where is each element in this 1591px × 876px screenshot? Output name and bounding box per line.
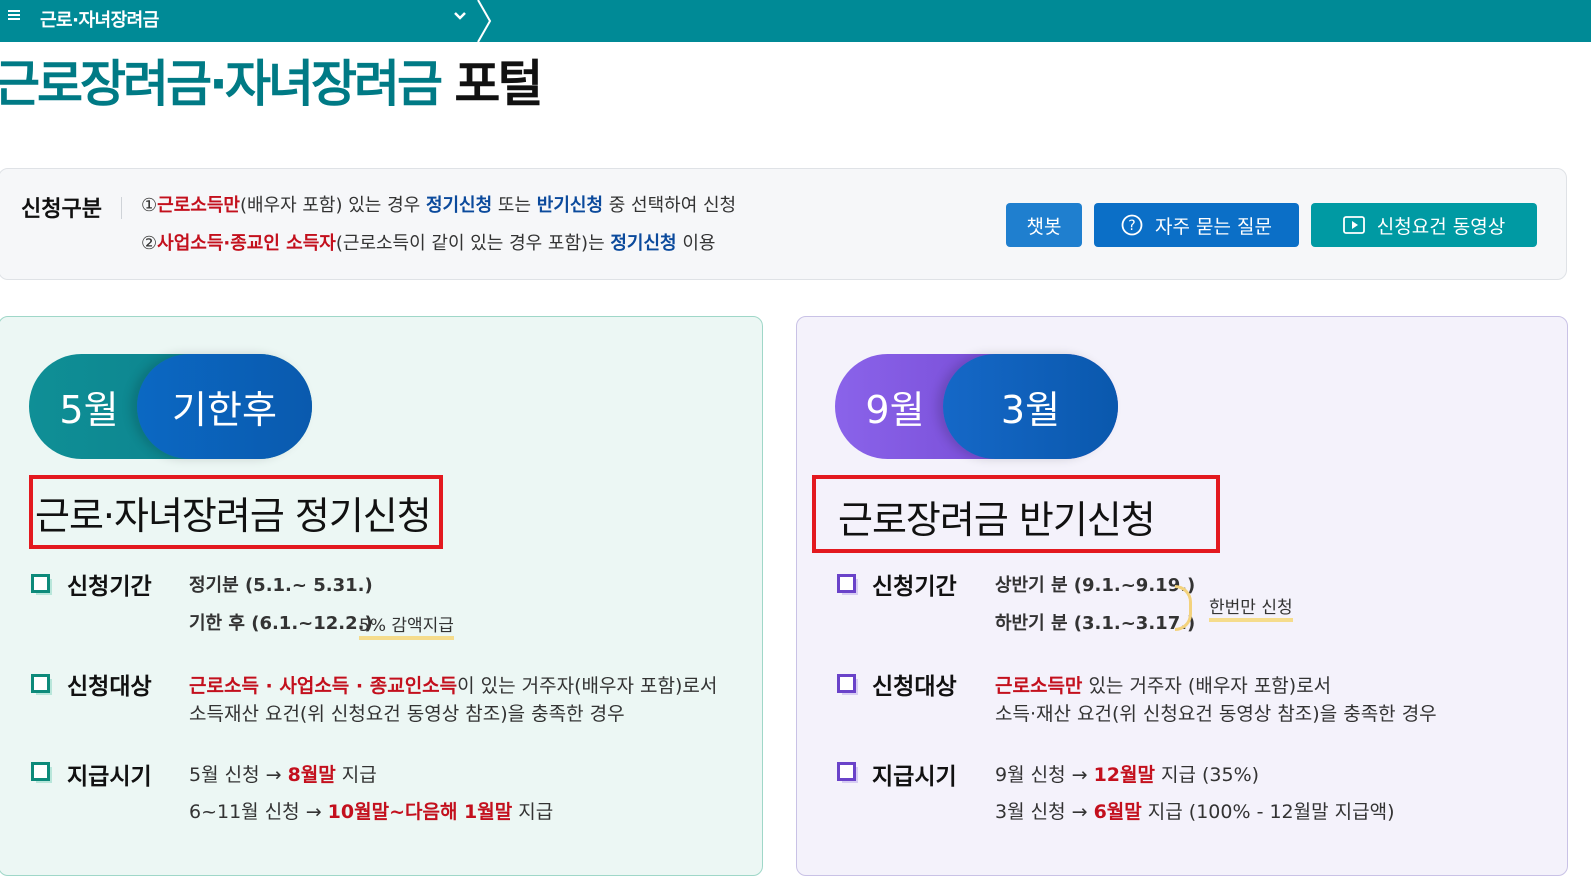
period-late: 기한 후 (6.1.~12.2.) bbox=[189, 613, 373, 634]
period-pill: 9월 3월 bbox=[835, 354, 1118, 459]
pill-late-label: 기한후 bbox=[137, 354, 312, 459]
divider bbox=[121, 197, 122, 219]
card-title: 근로장려금 반기신청 bbox=[812, 475, 1220, 553]
once-only-tag: 한번만 신청 bbox=[1209, 593, 1293, 622]
apply-type-line-2: ②사업소득·종교인 소득자(근로소득이 같이 있는 경우 포함)는 정기신청 이… bbox=[141, 233, 716, 254]
pay-label: 지급시기 bbox=[872, 764, 957, 790]
chevron-down-icon[interactable] bbox=[452, 8, 468, 24]
checkbox-icon bbox=[31, 674, 52, 695]
period-second-half: 하반기 분 (3.1.~3.17.) bbox=[995, 613, 1196, 634]
page-title: 근로장려금·자녀장려금 포털 bbox=[0, 55, 543, 113]
breadcrumb-separator-icon bbox=[477, 0, 492, 42]
checkbox-icon bbox=[31, 762, 52, 783]
chatbot-button[interactable]: 챗봇 bbox=[1006, 203, 1082, 247]
half-year-application-card: 9월 3월 근로장려금 반기신청 신청기간 상반기 분 (9.1.~9.19.)… bbox=[796, 316, 1568, 876]
target-line-1: 근로소득만 있는 거주자 (배우자 포함)로서 bbox=[995, 675, 1332, 697]
pay-line-2: 3월 신청 → 6월말 지급 (100% - 12월말 지급액) bbox=[995, 801, 1395, 823]
reduction-tag: 5% 감액지급 bbox=[359, 611, 454, 640]
checkbox-icon bbox=[837, 674, 858, 695]
pay-line-2: 6~11월 신청 → 10월말~다음해 1월말 지급 bbox=[189, 801, 554, 823]
apply-type-label: 신청구분 bbox=[21, 197, 102, 222]
target-line-2: 소득재산 요건(위 신청요건 동영상 참조)을 충족한 경우 bbox=[189, 703, 625, 725]
play-video-icon bbox=[1342, 216, 1365, 234]
pill-september-label: 9월 bbox=[865, 388, 925, 432]
checkbox-icon bbox=[31, 574, 52, 595]
period-regular: 정기분 (5.1.~ 5.31.) bbox=[189, 575, 373, 596]
checkbox-icon bbox=[837, 762, 858, 783]
svg-text:?: ? bbox=[1128, 218, 1135, 234]
period-label: 신청기간 bbox=[67, 574, 152, 600]
video-button[interactable]: 신청요건 동영상 bbox=[1311, 203, 1537, 247]
pay-line-1: 5월 신청 → 8월말 지급 bbox=[189, 764, 377, 786]
period-pill: 5월 기한후 bbox=[29, 354, 312, 459]
pay-label: 지급시기 bbox=[67, 764, 152, 790]
pay-line-1: 9월 신청 → 12월말 지급 (35%) bbox=[995, 764, 1260, 786]
target-label: 신청대상 bbox=[67, 674, 152, 700]
pill-march-label: 3월 bbox=[943, 354, 1118, 459]
target-line-2: 소득·재산 요건(위 신청요건 동영상 참조)을 충족한 경우 bbox=[995, 703, 1437, 725]
hamburger-menu-icon[interactable] bbox=[8, 8, 22, 22]
apply-type-box: 신청구분 ①근로소득만(배우자 포함) 있는 경우 정기신청 또는 반기신청 중… bbox=[0, 168, 1567, 280]
question-circle-icon: ? bbox=[1121, 214, 1143, 236]
apply-type-line-1: ①근로소득만(배우자 포함) 있는 경우 정기신청 또는 반기신청 중 선택하여… bbox=[141, 195, 737, 216]
breadcrumb[interactable]: 근로·자녀장려금 bbox=[40, 6, 159, 32]
checkbox-icon bbox=[837, 574, 858, 595]
faq-button[interactable]: ? 자주 묻는 질문 bbox=[1094, 203, 1299, 247]
period-first-half: 상반기 분 (9.1.~9.19.) bbox=[995, 575, 1196, 596]
target-label: 신청대상 bbox=[872, 674, 957, 700]
card-title: 근로·자녀장려금 정기신청 bbox=[29, 475, 443, 549]
top-nav-bar: 근로·자녀장려금 bbox=[0, 0, 1591, 42]
regular-application-card: 5월 기한후 근로·자녀장려금 정기신청 신청기간 정기분 (5.1.~ 5.3… bbox=[0, 316, 763, 876]
target-line-1: 근로소득 · 사업소득 · 종교인소득이 있는 거주자(배우자 포함)로서 bbox=[189, 675, 718, 697]
pill-month-label: 5월 bbox=[59, 388, 119, 432]
period-label: 신청기간 bbox=[872, 574, 957, 600]
